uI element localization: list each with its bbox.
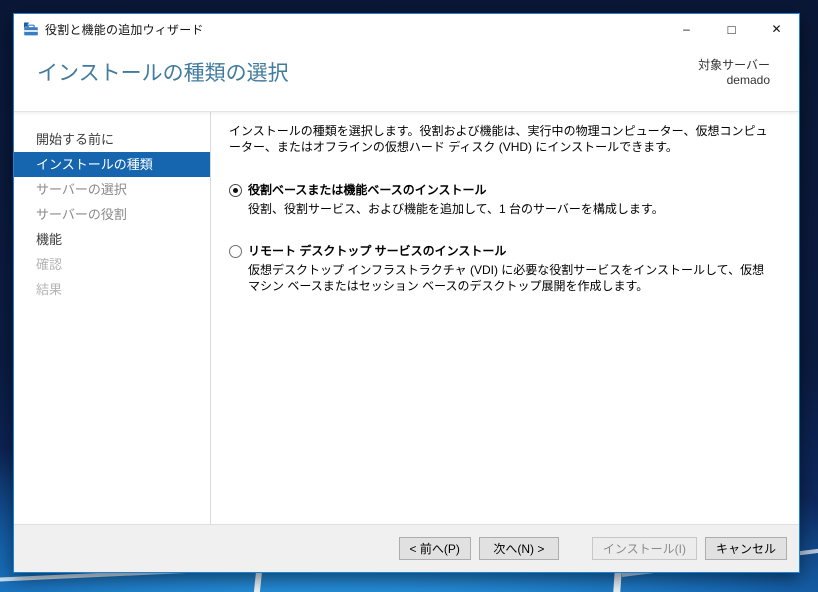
target-server-label: 対象サーバー [698,58,770,72]
sidebar-item-before-you-begin[interactable]: 開始する前に [14,127,210,152]
option-description: 仮想デスクトップ インフラストラクチャ (VDI) に必要な役割サービスをインス… [248,263,765,293]
previous-button[interactable]: < 前へ(P) [398,537,471,560]
toolbox-app-icon [24,22,38,36]
wizard-body: 開始する前に インストールの種類 サーバーの選択 サーバーの役割 機能 確認 結… [14,112,799,524]
cancel-button[interactable]: キャンセル [704,537,787,560]
sidebar-item-server-selection[interactable]: サーバーの選択 [14,177,210,202]
wizard-content: インストールの種類を選択します。役割および機能は、実行中の物理コンピューター、仮… [211,112,799,524]
sidebar-item-results: 結果 [36,282,63,297]
wizard-header: インストールの種類の選択 対象サーバー demado [14,44,799,112]
target-server-value: demado [726,73,770,87]
wallpaper-light-beam [253,571,263,592]
intro-text: インストールの種類を選択します。役割および機能は、実行中の物理コンピューター、仮… [229,124,768,154]
option-role-based-install[interactable]: 役割ベースまたは機能ベースのインストール 役割、役割サービス、および機能を追加し… [229,182,775,217]
close-button[interactable]: ✕ [754,14,799,44]
window-title: 役割と機能の追加ウィザード [45,22,204,37]
sidebar-item-confirmation: 確認 [36,257,63,272]
option-label[interactable]: リモート デスクトップ サービスのインストール [248,243,506,259]
option-remote-desktop-install[interactable]: リモート デスクトップ サービスのインストール 仮想デスクトップ インフラストラ… [229,243,775,294]
sidebar-item-server-roles[interactable]: サーバーの役割 [14,202,210,227]
radio-button-icon[interactable] [229,183,242,197]
target-server-block: 対象サーバー demado [698,58,770,88]
wizard-window: 役割と機能の追加ウィザード – □ ✕ インストールの種類の選択 対象サーバー … [13,13,800,573]
minimize-button[interactable]: – [664,14,709,44]
sidebar-item-features[interactable]: 機能 [14,227,210,252]
wizard-footer: < 前へ(P) 次へ(N) > インストール(I) キャンセル [14,524,799,572]
maximize-button[interactable]: □ [709,14,754,44]
desktop-wallpaper: 役割と機能の追加ウィザード – □ ✕ インストールの種類の選択 対象サーバー … [0,0,818,592]
option-description: 役割、役割サービス、および機能を追加して、1 台のサーバーを構成します。 [248,202,664,216]
title-bar[interactable]: 役割と機能の追加ウィザード – □ ✕ [14,14,799,44]
option-label[interactable]: 役割ベースまたは機能ベースのインストール [248,182,487,198]
radio-button-icon[interactable] [229,244,242,258]
wizard-steps-sidebar: 開始する前に インストールの種類 サーバーの選択 サーバーの役割 機能 確認 結… [14,112,211,524]
wallpaper-light-beam [613,571,622,592]
caption-buttons: – □ ✕ [664,14,799,44]
next-button[interactable]: 次へ(N) > [478,537,559,560]
page-title: インストールの種類の選択 [37,62,289,85]
install-button[interactable]: インストール(I) [591,537,697,560]
sidebar-item-installation-type[interactable]: インストールの種類 [14,152,210,177]
